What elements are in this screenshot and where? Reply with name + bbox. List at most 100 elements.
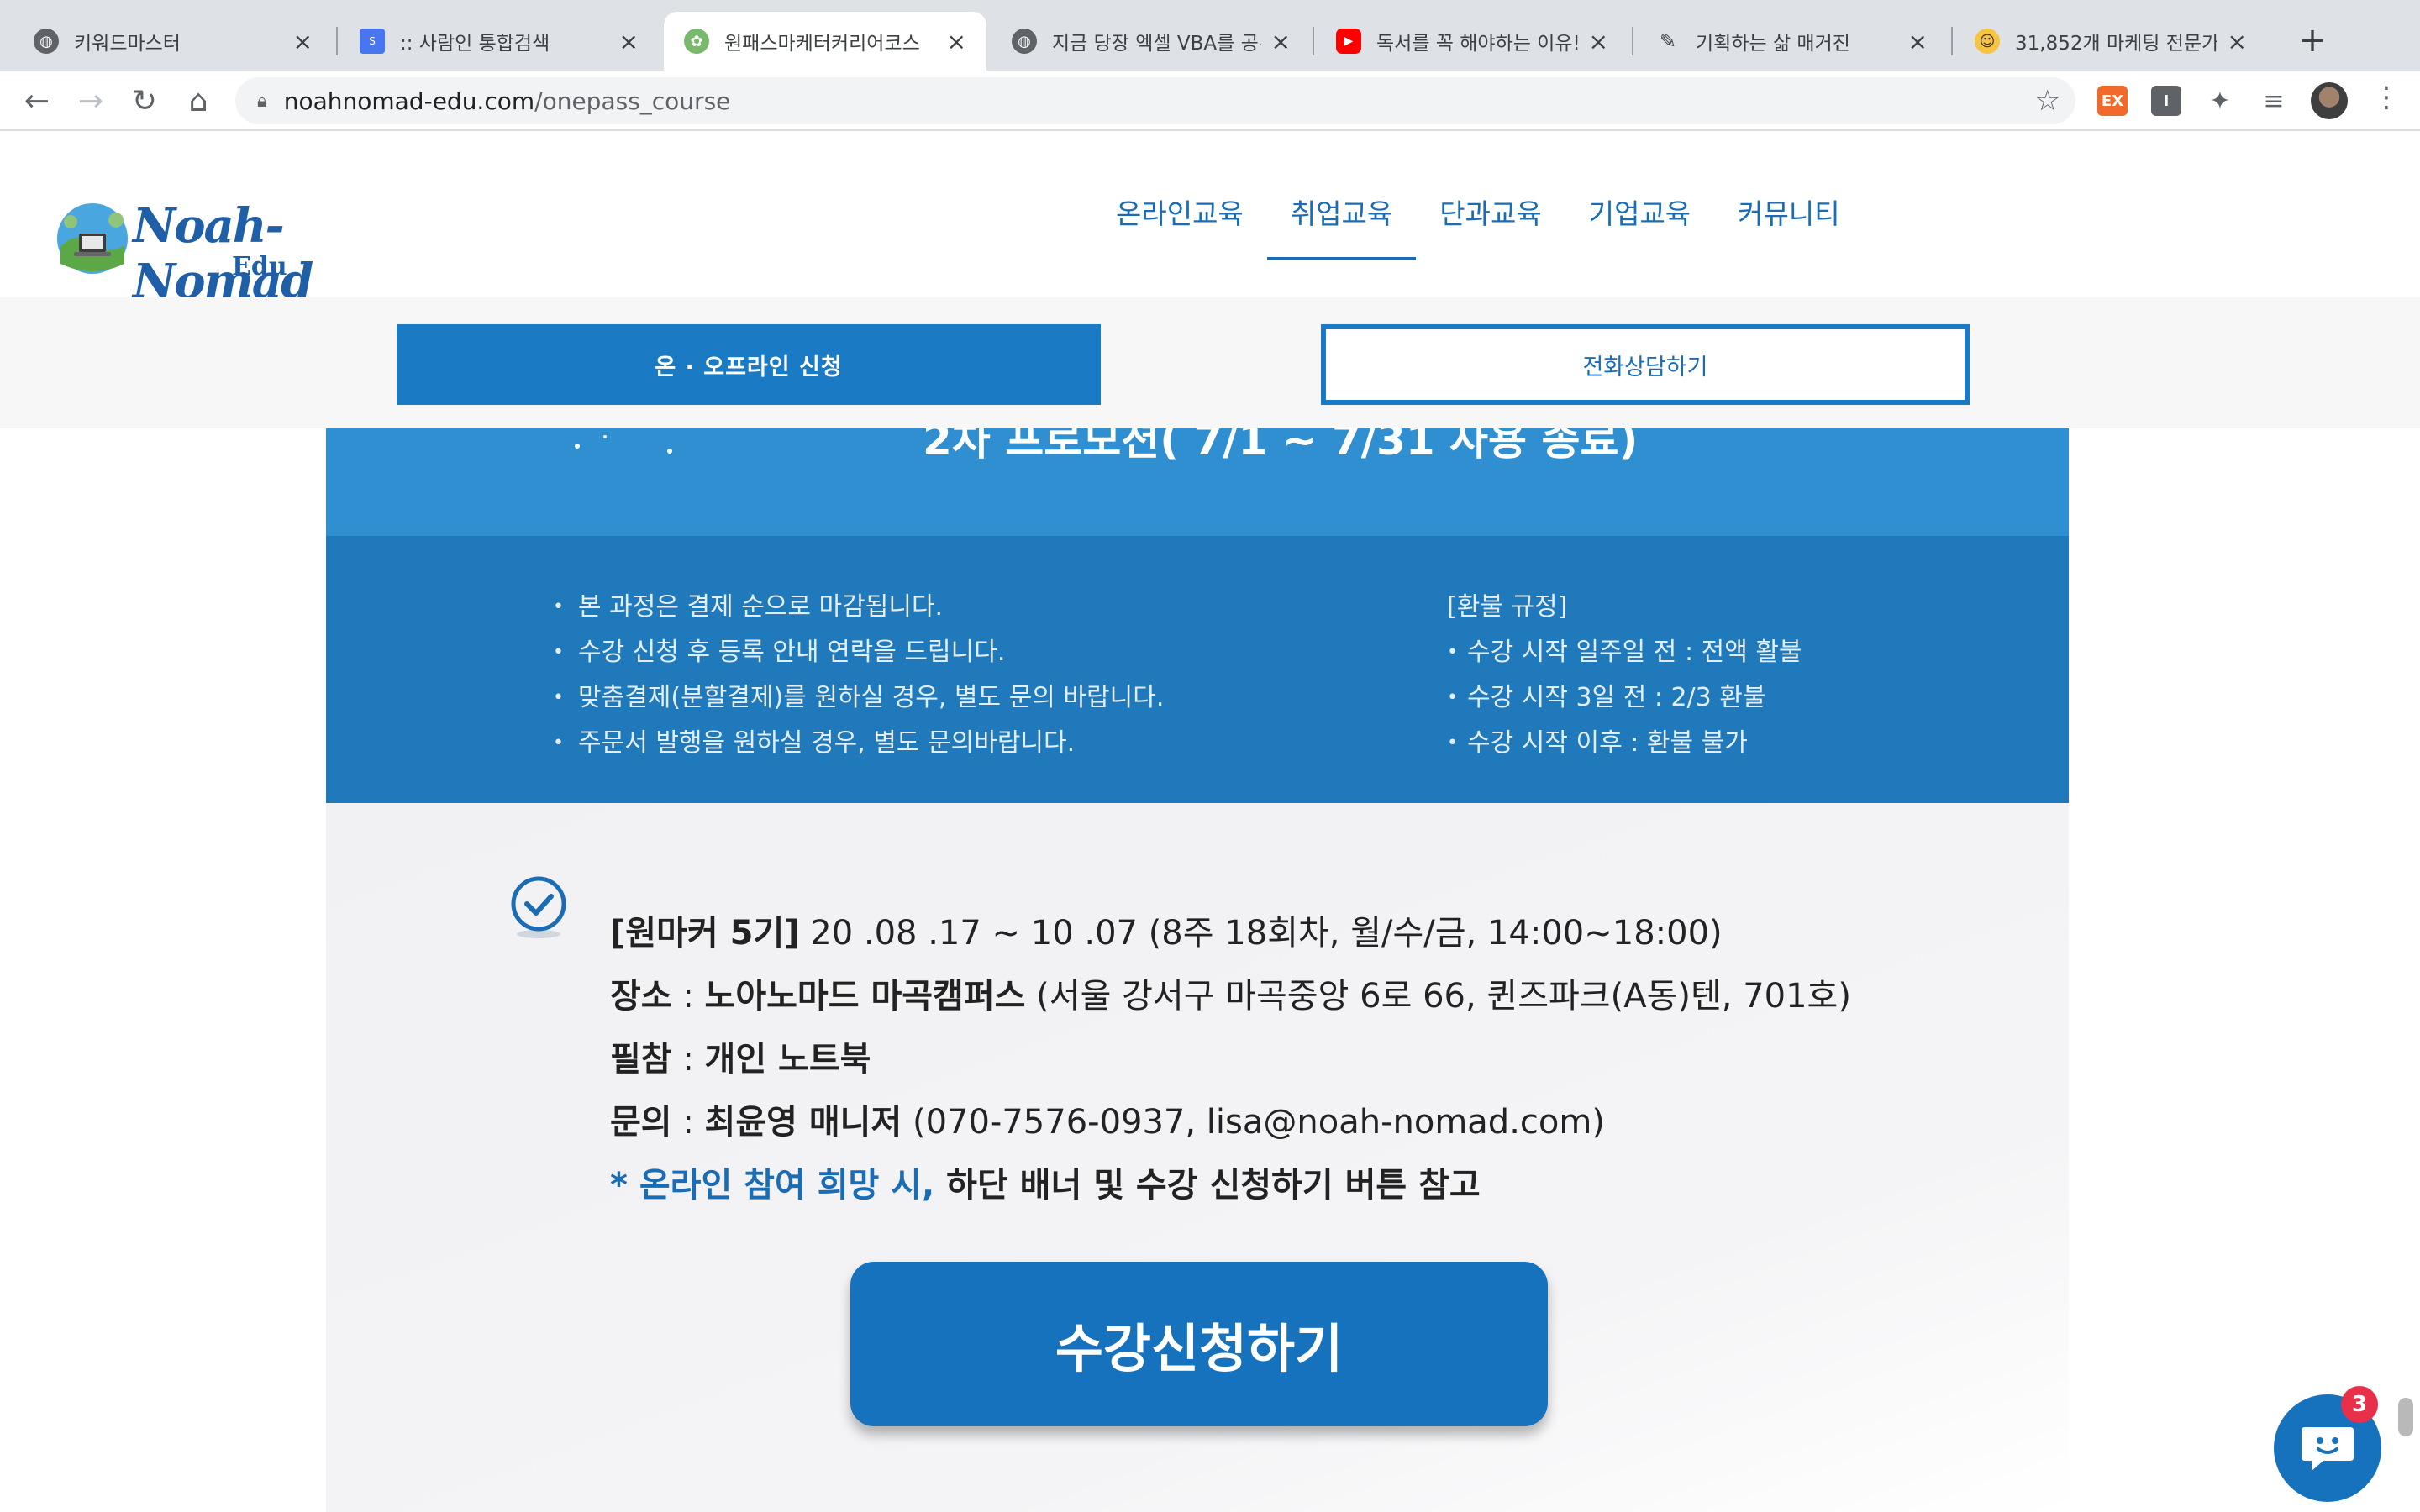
globe-icon: ◍ bbox=[1012, 29, 1037, 54]
browser-tab[interactable]: ▶ 독서를 꼭 해야하는 이유!! × bbox=[1316, 12, 1628, 71]
browser-tab[interactable]: ✎ 기획하는 삶 매거진 × bbox=[1635, 12, 1948, 71]
site-header: Noah-Nomad Edu 온라인교육 취업교육 단과교육 기업교육 커뮤니티 bbox=[0, 131, 2420, 309]
new-tab-button[interactable]: + bbox=[2291, 18, 2334, 62]
nav-item-online-education[interactable]: 온라인교육 bbox=[1092, 192, 1267, 269]
nav-item-job-education[interactable]: 취업교육 bbox=[1266, 192, 1417, 269]
bring-label: 필참 bbox=[610, 1040, 672, 1079]
place-name: 노아노마드 마곡캠퍼스 bbox=[704, 977, 1026, 1016]
tab-title: 지금 당장 엑셀 VBA를 공부 bbox=[1052, 33, 1261, 55]
extension-ex-icon[interactable]: EX bbox=[2097, 86, 2128, 116]
notice-item: • 본 과정은 결제 순으로 마감됩니다. bbox=[553, 592, 944, 622]
tab-separator bbox=[336, 27, 338, 55]
sparkle-dot bbox=[575, 444, 580, 449]
refund-item: • 수강 시작 일주일 전 : 전액 활불 bbox=[1447, 638, 1802, 667]
check-circle-icon bbox=[511, 876, 566, 938]
contact-name: 최윤영 매니저 bbox=[704, 1103, 902, 1142]
reload-icon[interactable]: ↻ bbox=[123, 79, 166, 123]
nav-item-single-course[interactable]: 단과교육 bbox=[1416, 192, 1565, 269]
main-navigation: 온라인교육 취업교육 단과교육 기업교육 커뮤니티 bbox=[1092, 192, 1864, 269]
tab-title: 키워드마스터 bbox=[74, 33, 181, 55]
sticky-cta-bar: 온 · 오프라인 신청 전화상담하기 bbox=[0, 297, 2420, 428]
unread-count-badge: 3 bbox=[2341, 1386, 2378, 1423]
saramin-icon: S bbox=[360, 29, 385, 54]
refund-policy-list: [환불 규정] • 수강 시작 일주일 전 : 전액 활불 • 수강 시작 3일 전… bbox=[1447, 585, 1802, 766]
online-note-highlight: * 온라인 참여 희망 시, bbox=[610, 1166, 947, 1205]
tab-title: 원패스마케터커리어코스 bbox=[724, 33, 920, 55]
apply-online-offline-button[interactable]: 온 · 오프라인 신청 bbox=[397, 324, 1101, 405]
cohort-schedule: (8주 18회차, 월/수/금, 14:00~18:00) bbox=[1137, 914, 1723, 953]
enroll-button[interactable]: 수강신청하기 bbox=[850, 1262, 1548, 1426]
notice-item: • 수강 신청 후 등록 안내 연락을 드립니다. bbox=[553, 638, 1006, 667]
bookmark-star-icon[interactable]: ☆ bbox=[2035, 84, 2060, 118]
chat-bubble-icon bbox=[2302, 1427, 2354, 1471]
browser-tab[interactable]: ◍ 키워드마스터 × bbox=[13, 12, 333, 71]
browser-tab[interactable]: ☺ 31,852개 마케팅 전문가의 × bbox=[1954, 12, 2267, 71]
scrollbar-thumb[interactable] bbox=[2398, 1398, 2413, 1436]
online-note-text: 하단 배너 및 수강 신청하기 버튼 참고 bbox=[946, 1166, 1481, 1205]
tab-separator bbox=[1632, 27, 1634, 55]
tab-separator bbox=[1951, 27, 1953, 55]
close-icon[interactable]: × bbox=[947, 28, 966, 55]
site-logo[interactable]: Noah-Nomad Edu bbox=[50, 197, 403, 309]
browser-tab-active[interactable]: ✿ 원패스마케터커리어코스 × bbox=[664, 12, 986, 71]
logo-subtitle: Edu bbox=[232, 252, 287, 281]
tab-separator bbox=[1313, 27, 1314, 55]
close-icon[interactable]: × bbox=[619, 28, 639, 55]
tab-title: 독서를 꼭 해야하는 이유!! bbox=[1376, 33, 1579, 55]
promotion-title: 2차 프로모션( 7/1 ~ 7/31 사용 종료) bbox=[923, 428, 1639, 465]
sparkle-dot bbox=[667, 449, 672, 454]
place-label: 장소 bbox=[610, 977, 672, 1016]
back-arrow-icon[interactable]: ← bbox=[15, 79, 59, 123]
logo-globe-icon bbox=[57, 203, 128, 274]
notice-list: • 본 과정은 결제 순으로 마감됩니다. • 수강 신청 후 등록 안내 연락을 … bbox=[553, 585, 1164, 766]
cohort-line: [원마커 5기] 20 .08 .17 ~ 10 .07 (8주 18회차, 월… bbox=[610, 902, 1851, 965]
contact-line: 문의 : 최윤영 매니저 (070-7576-0937, lisa@noah-n… bbox=[610, 1103, 1605, 1142]
profile-avatar[interactable] bbox=[2311, 82, 2348, 119]
tab-title: 31,852개 마케팅 전문가의 bbox=[2015, 33, 2217, 55]
close-icon[interactable]: × bbox=[293, 28, 313, 55]
bring-line: 필참 : 개인 노트북 bbox=[610, 1040, 871, 1079]
contact-label: 문의 bbox=[610, 1103, 672, 1142]
tab-title: 기획하는 삶 매거진 bbox=[1696, 33, 1850, 55]
address-bar[interactable]: 🔒︎ noahnomad-edu.com/onepass_course ☆ bbox=[235, 77, 2075, 124]
cohort-label: [원마커 5기] bbox=[610, 914, 800, 953]
bring-value: 개인 노트북 bbox=[704, 1040, 871, 1079]
phone-consult-button[interactable]: 전화상담하기 bbox=[1321, 324, 1970, 405]
promotion-banner: 2차 프로모션( 7/1 ~ 7/31 사용 종료) bbox=[326, 428, 2069, 536]
nav-item-corporate-education[interactable]: 기업교육 bbox=[1565, 192, 1714, 269]
close-icon[interactable]: × bbox=[1589, 28, 1608, 55]
pen-icon: ✎ bbox=[1659, 29, 1677, 53]
notice-item: • 맞춤결제(분할결제)를 원하실 경우, 별도 문의 바랍니다. bbox=[553, 683, 1165, 712]
browser-tab[interactable]: S :: 사람인 통합검색 × bbox=[339, 12, 659, 71]
refund-item: • 수강 시작 이후 : 환불 불가 bbox=[1447, 728, 1748, 758]
close-icon[interactable]: × bbox=[1908, 28, 1928, 55]
url-host: noahnomad-edu.com bbox=[283, 87, 535, 115]
youtube-icon: ▶ bbox=[1336, 29, 1361, 54]
course-notice-box: • 본 과정은 결제 순으로 마감됩니다. • 수강 신청 후 등록 안내 연락을 … bbox=[326, 536, 2069, 803]
sparkle-dot bbox=[603, 435, 607, 438]
refund-item: • 수강 시작 3일 전 : 2/3 환불 bbox=[1447, 683, 1766, 712]
course-details-section: [원마커 5기] 20 .08 .17 ~ 10 .07 (8주 18회차, 월… bbox=[326, 803, 2069, 1512]
cohort-dates: 20 .08 .17 ~ 10 .07 bbox=[799, 914, 1138, 953]
extension-i-icon[interactable]: I bbox=[2151, 86, 2181, 116]
site-favicon-icon: ✿ bbox=[684, 29, 709, 54]
refund-policy-title: [환불 규정] bbox=[1447, 592, 1568, 622]
close-icon[interactable]: × bbox=[2228, 28, 2247, 55]
url-path: /onepass_course bbox=[534, 87, 731, 115]
puzzle-extensions-icon[interactable]: ✦ bbox=[2205, 86, 2235, 116]
place-line: 장소 : 노아노마드 마곡캠퍼스 (서울 강서구 마곡중앙 6로 66, 퀸즈파… bbox=[610, 977, 1851, 1016]
browser-tab[interactable]: ◍ 지금 당장 엑셀 VBA를 공부 × bbox=[992, 12, 1311, 71]
emoji-face-icon: ☺ bbox=[1975, 29, 2000, 54]
more-menu-icon[interactable]: ⋮ bbox=[2370, 81, 2403, 123]
course-info-lines: [원마커 5기] 20 .08 .17 ~ 10 .07 (8주 18회차, 월… bbox=[610, 902, 1851, 1217]
globe-icon: ◍ bbox=[34, 29, 59, 54]
forward-arrow-icon[interactable]: → bbox=[69, 79, 113, 123]
home-icon[interactable]: ⌂ bbox=[176, 79, 220, 123]
online-note-line: * 온라인 참여 희망 시, 하단 배너 및 수강 신청하기 버튼 참고 bbox=[610, 1154, 1851, 1217]
nav-item-community[interactable]: 커뮤니티 bbox=[1714, 192, 1863, 269]
media-queue-icon[interactable]: ≡ bbox=[2259, 86, 2289, 116]
contact-info: (070-7576-0937, lisa@noah-nomad.com) bbox=[902, 1103, 1605, 1142]
close-icon[interactable]: × bbox=[1271, 28, 1291, 55]
browser-toolbar: ← → ↻ ⌂ 🔒︎ noahnomad-edu.com/onepass_cou… bbox=[0, 71, 2420, 131]
notice-item: • 주문서 발행을 원하실 경우, 별도 문의바랍니다. bbox=[553, 728, 1076, 758]
